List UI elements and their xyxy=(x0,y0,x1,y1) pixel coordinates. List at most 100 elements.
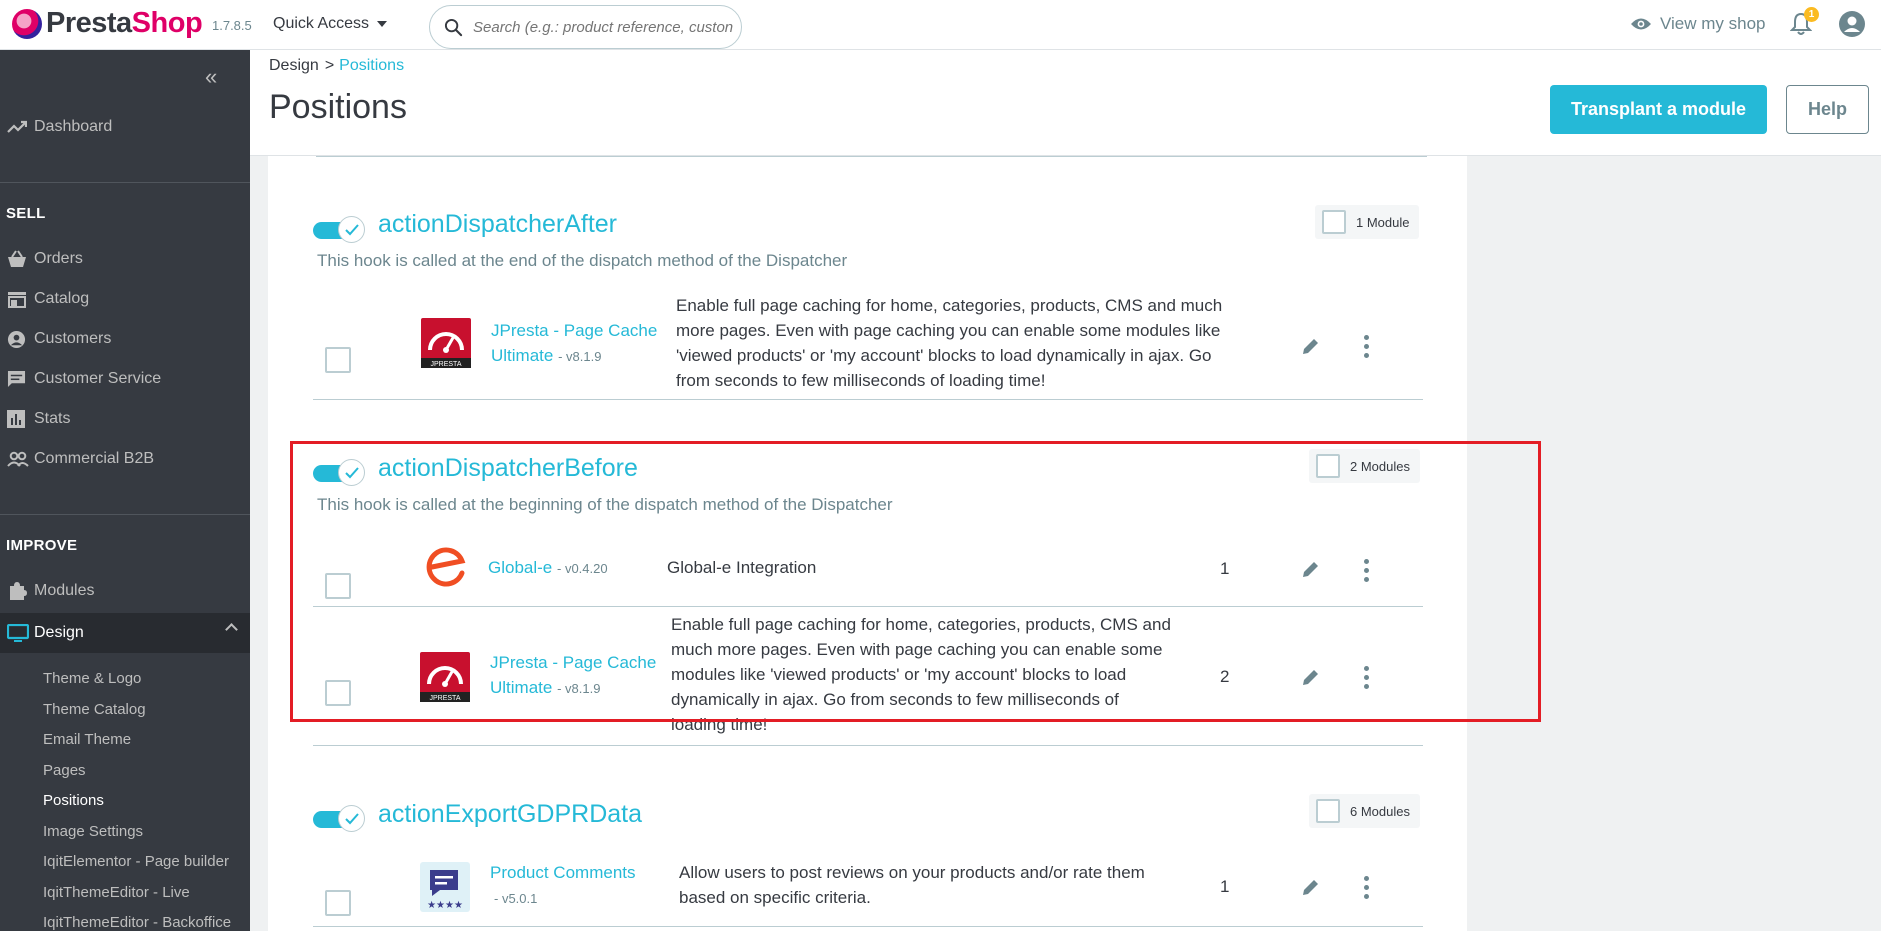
module-name-link[interactable]: Product Comments - v5.0.1 xyxy=(490,860,636,911)
sidebar-item-label: Design xyxy=(34,624,84,641)
module-description-line: more pages. Even with page caching you c… xyxy=(676,321,1221,340)
account-button[interactable] xyxy=(1838,10,1866,43)
hook-description: This hook is called at the end of the di… xyxy=(317,251,848,270)
prestashop-logo-icon xyxy=(12,8,42,39)
module-description-line: 'viewed products' or 'my account' blocks… xyxy=(676,346,1212,365)
sidebar-item-customers[interactable]: Customers xyxy=(0,321,250,357)
shopping-basket-icon xyxy=(0,250,34,268)
panel-divider xyxy=(316,156,1427,157)
module-name-line1: Product Comments xyxy=(490,863,636,882)
sidebar-item-dashboard[interactable]: Dashboard xyxy=(0,109,250,145)
sidebar-item-orders[interactable]: Orders xyxy=(0,241,250,277)
more-vert-icon[interactable] xyxy=(1364,335,1370,358)
sidebar-subitem-iqitelementor[interactable]: IqitElementor - Page builder xyxy=(43,853,229,870)
sidebar-item-catalog[interactable]: Catalog xyxy=(0,281,250,317)
select-all-checkbox[interactable] xyxy=(1322,210,1346,234)
sidebar-subitem-email-theme[interactable]: Email Theme xyxy=(43,731,131,748)
sidebar-subitem-theme-catalog[interactable]: Theme Catalog xyxy=(43,701,146,718)
logo-text-presta: Presta xyxy=(46,7,132,39)
hook-name[interactable]: actionDispatcherAfter xyxy=(378,210,617,239)
jpresta-logo-icon: JPRESTA xyxy=(421,318,471,368)
product-comments-logo-icon: ★★★★ xyxy=(420,862,470,912)
module-description-line: Allow users to post reviews on your prod… xyxy=(679,863,1145,882)
module-row-checkbox[interactable] xyxy=(325,347,351,373)
sidebar-subitem-positions[interactable]: Positions xyxy=(43,792,104,809)
module-description: Enable full page caching for home, categ… xyxy=(676,293,1236,393)
module-row-checkbox[interactable] xyxy=(325,890,351,916)
module-position: 1 xyxy=(1220,877,1230,896)
svg-text:★★★★: ★★★★ xyxy=(427,900,463,911)
module-name-link[interactable]: JPresta - Page Cache Ultimate - v8.1.9 xyxy=(491,318,661,369)
row-divider xyxy=(313,926,1423,927)
search-input[interactable] xyxy=(473,18,733,36)
row-divider xyxy=(313,399,1423,400)
puzzle-icon xyxy=(0,581,34,601)
sidebar-item-label: Commercial B2B xyxy=(34,450,155,467)
select-all-checkbox[interactable] xyxy=(1316,799,1340,823)
jpresta-logo-label: JPRESTA xyxy=(431,361,462,368)
top-header: PrestaShop 1.7.8.5 Quick Access View my … xyxy=(0,0,1881,50)
main-content: actionDispatcherAfter This hook is calle… xyxy=(250,156,1881,931)
page-toolbar: Design > Positions Positions Transplant a … xyxy=(250,50,1881,156)
sidebar-item-stats[interactable]: Stats xyxy=(0,401,250,437)
search-icon xyxy=(444,18,463,36)
view-my-shop-link[interactable]: View my shop xyxy=(1630,14,1766,34)
logo-text: PrestaShop xyxy=(46,7,203,40)
module-count-label: 6 Modules xyxy=(1350,803,1410,819)
quick-access-label: Quick Access xyxy=(273,15,370,32)
sidebar: « Dashboard SELL Orders Catalog Customer… xyxy=(0,50,250,931)
sidebar-section-improve: IMPROVE xyxy=(6,537,78,554)
sidebar-subitem-pages[interactable]: Pages xyxy=(43,762,86,779)
sidebar-subitem-theme-logo[interactable]: Theme & Logo xyxy=(43,670,141,687)
sidebar-divider xyxy=(0,182,250,183)
sidebar-item-label: Customer Service xyxy=(34,370,162,387)
chevron-up-icon xyxy=(225,623,238,636)
breadcrumb-design[interactable]: Design xyxy=(269,57,319,74)
more-vert-icon[interactable] xyxy=(1364,876,1370,899)
collapse-sidebar-button[interactable]: « xyxy=(205,64,217,90)
hook-toggle-switch[interactable] xyxy=(313,215,365,243)
sidebar-divider xyxy=(0,514,250,515)
desktop-icon xyxy=(0,623,34,643)
logo-text-shop: Shop xyxy=(131,7,203,39)
breadcrumb: Design > Positions xyxy=(269,57,404,75)
sidebar-item-label: Dashboard xyxy=(34,118,113,135)
breadcrumb-positions[interactable]: Positions xyxy=(339,57,404,74)
highlight-box xyxy=(290,441,1541,722)
module-description-line: Enable full page caching for home, categ… xyxy=(676,296,1223,315)
account-circle-icon xyxy=(0,330,34,349)
sidebar-subitem-iqitthemeeditor-backoffice[interactable]: IqitThemeEditor - Backoffice xyxy=(43,914,231,931)
caret-down-icon xyxy=(377,21,388,27)
sidebar-section-sell: SELL xyxy=(6,205,46,222)
sidebar-item-customer-service[interactable]: Customer Service xyxy=(0,361,250,397)
sidebar-item-label: Orders xyxy=(34,250,83,267)
hook-name[interactable]: actionExportGDPRData xyxy=(378,800,642,829)
account-circle-icon xyxy=(1839,11,1865,37)
sidebar-item-label: Modules xyxy=(34,582,95,599)
sidebar-item-label: Customers xyxy=(34,330,112,347)
module-name-line1: JPresta - Page Cache xyxy=(491,321,658,340)
module-name-line2: Ultimate xyxy=(491,346,554,365)
pencil-icon[interactable] xyxy=(1301,336,1321,356)
module-description-line: based on specific criteria. xyxy=(679,888,871,907)
sidebar-subitem-image-settings[interactable]: Image Settings xyxy=(43,823,143,840)
sidebar-subitem-iqitthemeeditor-live[interactable]: IqitThemeEditor - Live xyxy=(43,884,190,901)
sidebar-item-commercial-b2b[interactable]: Commercial B2B xyxy=(0,441,250,477)
prestashop-logo[interactable]: PrestaShop xyxy=(12,7,203,40)
bar-chart-icon xyxy=(0,410,34,428)
transplant-module-button[interactable]: Transplant a module xyxy=(1550,85,1767,134)
store-icon xyxy=(0,291,34,308)
eye-icon xyxy=(1631,18,1651,30)
check-icon xyxy=(338,805,365,832)
notifications-button[interactable]: 1 xyxy=(1789,7,1819,38)
search-box xyxy=(429,5,742,49)
help-button[interactable]: Help xyxy=(1786,85,1869,134)
hook-toggle-switch[interactable] xyxy=(313,804,365,832)
view-my-shop-label: View my shop xyxy=(1660,14,1766,33)
pencil-icon[interactable] xyxy=(1301,877,1321,897)
sidebar-item-design[interactable]: Design xyxy=(0,613,250,653)
module-description-line: from seconds to few milliseconds of load… xyxy=(676,371,1046,390)
sidebar-item-modules[interactable]: Modules xyxy=(0,573,250,609)
quick-access-dropdown[interactable]: Quick Access xyxy=(273,15,388,33)
page-title: Positions xyxy=(269,88,407,126)
